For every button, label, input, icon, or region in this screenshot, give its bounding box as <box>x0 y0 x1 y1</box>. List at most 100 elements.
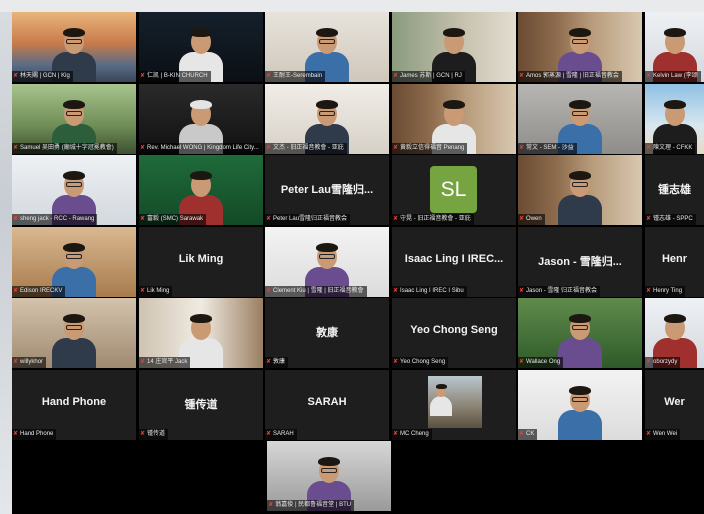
video-tile[interactable]: Henr ✘ Henry Ting <box>645 227 704 297</box>
participant-name-label: ✘ Lik Ming <box>139 286 173 297</box>
video-tile[interactable]: ✘ 文杰 - 旧正福音教會 - 亚庇 <box>265 84 389 154</box>
mic-muted-icon: ✘ <box>268 502 274 508</box>
video-tile[interactable]: ✘ 仁凯 | B-KIN CHURCH <box>139 12 263 82</box>
participant-name-text: willykhor <box>20 359 44 365</box>
participant-display-name: Peter Lau雪隆归... <box>280 184 374 196</box>
participant-name-label: ✘ Peter Lau雪隆归正福音教会 <box>265 214 351 225</box>
mic-muted-icon: ✘ <box>13 359 19 365</box>
video-tile[interactable]: ✘ Clement Kiu | 雪隆 | 旧正福音教會 <box>265 227 389 297</box>
participant-name-label: ✘ CK <box>518 429 538 440</box>
mic-muted-icon: ✘ <box>393 73 399 79</box>
video-tile[interactable]: Hand Phone ✘ Hand Phone <box>12 370 136 440</box>
participant-name-label: ✘ 陳文理 - CFKK <box>645 143 696 154</box>
video-tile[interactable]: Wer ✘ Wen Wei <box>645 370 704 440</box>
video-tile[interactable]: ✘ 林天賜 | GCN | Klg <box>12 12 136 82</box>
video-tile[interactable]: 锺志雄 ✘ 锺志雄 - SPPC <box>645 155 704 225</box>
participant-name-text: 陳文理 - CFKK <box>653 145 693 151</box>
participant-name-text: Kelvin Law (李颂 <box>653 73 698 79</box>
mic-muted-icon: ✘ <box>393 431 399 437</box>
participant-name-label: ✘ Kelvin Law (李颂 <box>645 71 701 82</box>
video-tile[interactable]: Yeo Chong Seng ✘ Yeo Chong Seng <box>392 298 516 368</box>
participant-name-text: oborzydy <box>653 359 678 365</box>
mic-muted-icon: ✘ <box>140 216 146 222</box>
participant-name-text: Rev. Michael WONG | Kingdom Life City... <box>147 145 259 151</box>
participant-name-label: ✘ 王耐王-Serembain <box>265 71 326 82</box>
video-tile[interactable]: SARAH ✘ SARAH <box>265 370 389 440</box>
participant-name-label: ✘ 翁嘉俊 | 民都鲁福音堂 | BTU <box>267 500 355 511</box>
video-tile[interactable]: 锺传道 ✘ 锺传道 <box>139 370 263 440</box>
mic-muted-icon: ✘ <box>140 359 146 365</box>
video-tile[interactable]: ✘ 黄毅立信得福音 Penang <box>392 84 516 154</box>
video-tile[interactable]: ✘ Kelvin Law (李颂 <box>645 12 704 82</box>
desktop-background <box>0 0 12 514</box>
participant-name-text: Jason - 雪隆 归正福音教会 <box>526 288 598 294</box>
participant-name-label: ✘ 锺志雄 - SPPC <box>645 214 696 225</box>
participant-name-text: sheng jack - RCC - Rawang <box>20 216 95 222</box>
participant-name-label: ✘ 14 庄官平 Jack <box>139 357 191 368</box>
video-tile[interactable]: ✘ 翁嘉俊 | 民都鲁福音堂 | BTU <box>267 441 392 511</box>
mic-muted-icon: ✘ <box>13 73 19 79</box>
participant-name-text: Wen Wei <box>653 431 678 437</box>
video-tile[interactable]: ✘ 王耐王-Serembain <box>265 12 389 82</box>
mic-muted-icon: ✘ <box>393 359 399 365</box>
video-tile[interactable]: ✘ 14 庄官平 Jack <box>139 298 263 368</box>
video-tile[interactable]: Isaac Ling I IREC... ✘ Isaac Ling I IREC I… <box>392 227 516 297</box>
participant-name-text: 文杰 - 旧正福音教會 - 亚庇 <box>273 145 344 151</box>
mic-muted-icon: ✘ <box>646 216 652 222</box>
participant-name-text: James 苏斯 | GCN | RJ <box>400 73 462 79</box>
participant-name-text: 敦康 <box>273 359 286 365</box>
participant-name-label: ✘ 守晃 - 旧正福音教會 - 亚庇 <box>392 214 474 225</box>
mic-muted-icon: ✘ <box>266 431 272 437</box>
participant-video-figure <box>430 384 452 440</box>
video-tile[interactable]: ✘ MC Cheng <box>392 370 516 440</box>
video-tile[interactable]: SL ✘ 守晃 - 旧正福音教會 - 亚庇 <box>392 155 516 225</box>
video-tile[interactable]: 敦康 ✘ 敦康 <box>265 298 389 368</box>
video-tile[interactable]: ✘ CK <box>518 370 642 440</box>
video-tile[interactable]: ✘ James 苏斯 | GCN | RJ <box>392 12 516 82</box>
mic-muted-icon: ✘ <box>393 288 399 294</box>
participant-name-label: ✘ Samuel 吴田勇 (廟城十字冠冕教會) <box>12 143 117 154</box>
mic-muted-icon: ✘ <box>140 73 146 79</box>
participant-name-text: Clement Kiu | 雪隆 | 旧正福音教會 <box>273 288 364 294</box>
participant-name-text: 王耐王-Serembain <box>273 73 323 79</box>
video-tile[interactable]: Jason - 雪隆归... ✘ Jason - 雪隆 归正福音教会 <box>518 227 642 297</box>
participant-name-label: ✘ SARAH <box>265 429 297 440</box>
participant-name-label: ✘ 敦康 <box>265 357 289 368</box>
participant-name-text: CK <box>526 431 535 437</box>
video-tile[interactable]: ✘ willykhor <box>12 298 136 368</box>
video-tile[interactable]: ✘ 陳文理 - CFKK <box>645 84 704 154</box>
video-tile[interactable]: ✘ sheng jack - RCC - Rawang <box>12 155 136 225</box>
participant-name-label: ✘ Henry Ting <box>645 286 686 297</box>
participant-name-label: ✘ Wen Wei <box>645 429 681 440</box>
video-tile[interactable]: ✘ 富毅 (SMC) Sarawak <box>139 155 263 225</box>
video-tile[interactable]: ✘ Amos 郭蒸源 | 雪隆 | 旧正福音教会 <box>518 12 642 82</box>
video-tile[interactable]: ✘ Rev. Michael WONG | Kingdom Life City..… <box>139 84 263 154</box>
video-tile[interactable]: ✘ Wallace Ong <box>518 298 642 368</box>
video-tile[interactable]: ✘ oborzydy <box>645 298 704 368</box>
participant-name-text: Amos 郭蒸源 | 雪隆 | 旧正福音教会 <box>526 73 619 79</box>
participant-name-label: ✘ 富毅 (SMC) Sarawak <box>139 214 207 225</box>
participant-name-label: ✘ 文杰 - 旧正福音教會 - 亚庇 <box>265 143 347 154</box>
participant-name-text: Owen <box>526 216 542 222</box>
participant-name-text: Yeo Chong Seng <box>400 359 446 365</box>
video-tile[interactable]: Peter Lau雪隆归... ✘ Peter Lau雪隆归正福音教会 <box>265 155 389 225</box>
participant-name-text: Edison IRECKV <box>20 288 63 294</box>
mic-muted-icon: ✘ <box>266 359 272 365</box>
mic-muted-icon: ✘ <box>140 431 146 437</box>
video-tile[interactable]: ✘ 常文 - SEM - 沙益 <box>518 84 642 154</box>
mic-muted-icon: ✘ <box>140 288 146 294</box>
video-tile[interactable]: ✘ Samuel 吴田勇 (廟城十字冠冕教會) <box>12 84 136 154</box>
video-tile[interactable]: ✘ Owen <box>518 155 642 225</box>
video-tile[interactable]: Lik Ming ✘ Lik Ming <box>139 227 263 297</box>
participant-name-label: ✘ Owen <box>518 214 545 225</box>
participant-display-name: 锺传道 <box>184 399 218 411</box>
participant-name-label: ✘ 黄毅立信得福音 Penang <box>392 143 468 154</box>
participant-name-text: MC Cheng <box>400 431 429 437</box>
mic-muted-icon: ✘ <box>13 216 19 222</box>
initials-avatar: SL <box>430 166 477 213</box>
mic-muted-icon: ✘ <box>266 288 272 294</box>
participant-video-figure <box>558 314 602 368</box>
mic-muted-icon: ✘ <box>13 145 19 151</box>
participant-name-text: 仁凯 | B-KIN CHURCH <box>147 73 208 79</box>
video-tile[interactable]: ✘ Edison IRECKV <box>12 227 136 297</box>
